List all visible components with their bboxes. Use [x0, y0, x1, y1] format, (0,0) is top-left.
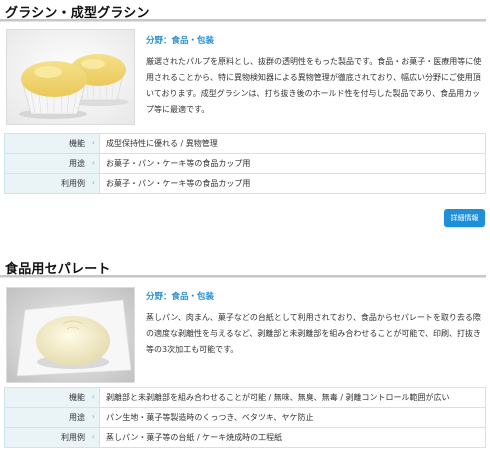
spec-label: 利用例 ›	[4, 427, 100, 448]
table-row: 用途 › お菓子・パン・ケーキ等の食品カップ用	[4, 153, 486, 174]
chevron-right-icon: ›	[91, 392, 95, 401]
section-heading: グラシン・成型グラシン	[0, 0, 490, 22]
chevron-right-icon: ›	[91, 412, 95, 421]
cupcake-photo	[6, 29, 135, 125]
section-heading: 食品用セパレート	[0, 256, 490, 278]
detail-info-button[interactable]: 詳細情報	[444, 209, 485, 227]
chevron-right-icon: ›	[91, 158, 95, 167]
spec-table: 機能 › 成型保持性に優れる / 異物管理 用途 › お菓子・パン・ケーキ等の食品カ…	[4, 133, 486, 194]
table-row: 機能 › 成型保持性に優れる / 異物管理	[4, 133, 486, 154]
product-description: 蒸しパン、肉まん、菓子などの台紙として利用されており、食品からセパレートを取り去…	[146, 313, 482, 354]
product-info: 分野：食品・包装 蒸しパン、肉まん、菓子などの台紙として利用されており、食品から…	[146, 290, 484, 358]
chevron-right-icon: ›	[91, 138, 95, 147]
table-row: 利用例 › 蒸しパン・菓子等の台紙 / ケーキ焼成時の工程紙	[4, 427, 486, 448]
spec-label: 用途 ›	[4, 407, 100, 428]
table-row: 用途 › パン生地・菓子等製造時のくっつき、ベタツキ、ヤケ防止	[4, 407, 486, 428]
spec-value: パン生地・菓子等製造時のくっつき、ベタツキ、ヤケ防止	[99, 407, 486, 428]
spec-value: 剥離部と未剥離部を組み合わせることが可能 / 無味、無臭、無毒 / 剥離コントロ…	[99, 387, 486, 408]
chevron-right-icon: ›	[91, 178, 95, 187]
product-field: 分野：食品・包装	[146, 36, 215, 46]
spec-value: 蒸しパン・菓子等の台紙 / ケーキ焼成時の工程紙	[99, 427, 486, 448]
spec-value: 成型保持性に優れる / 異物管理	[99, 133, 486, 154]
spec-label: 用途 ›	[4, 153, 100, 174]
steamed-bun-photo	[6, 287, 135, 383]
spec-table: 機能 › 剥離部と未剥離部を組み合わせることが可能 / 無味、無臭、無毒 / 剥離…	[4, 387, 486, 448]
heading-divider	[0, 19, 486, 22]
product-section-separator: 食品用セパレート 分野：食品・包装 蒸しパン、肉まん、菓子などの台紙として利用さ…	[0, 256, 490, 448]
heading-divider	[0, 275, 486, 278]
product-field: 分野：食品・包装	[146, 292, 215, 302]
spec-label: 機能 ›	[4, 387, 100, 408]
chevron-right-icon: ›	[91, 432, 95, 441]
table-row: 利用例 › お菓子・パン・ケーキ等の食品カップ用	[4, 173, 486, 194]
spec-value: お菓子・パン・ケーキ等の食品カップ用	[99, 173, 486, 194]
spec-value: お菓子・パン・ケーキ等の食品カップ用	[99, 153, 486, 174]
table-row: 機能 › 剥離部と未剥離部を組み合わせることが可能 / 無味、無臭、無毒 / 剥離…	[4, 387, 486, 408]
product-description: 厳選されたパルプを原料とし、抜群の透明性をもった製品です。食品・お菓子・医療用等…	[146, 57, 482, 114]
product-info: 分野：食品・包装 厳選されたパルプを原料とし、抜群の透明性をもった製品です。食品…	[146, 34, 484, 118]
spec-label: 機能 ›	[4, 133, 100, 154]
spec-label: 利用例 ›	[4, 173, 100, 194]
product-section-glassine: グラシン・成型グラシン 分野：食品・包装 厳選されたパルプを原料とし、抜群の透明…	[0, 0, 490, 227]
